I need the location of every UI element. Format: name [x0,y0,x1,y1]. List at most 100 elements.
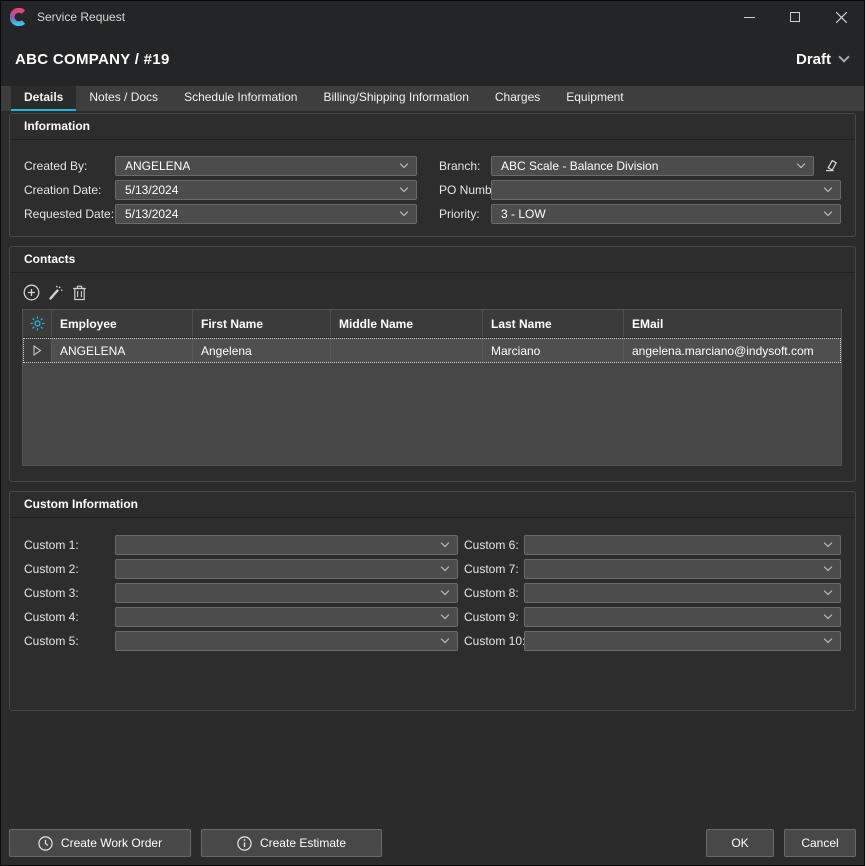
branch-label: Branch: [439,159,491,173]
custom-1-combobox[interactable] [115,535,458,555]
grid-options-cell[interactable] [23,310,52,337]
custom-3-label: Custom 3: [24,586,115,600]
contact-wizard-button[interactable] [47,284,64,301]
trash-icon [72,284,87,301]
custom-10-combobox[interactable] [524,631,841,651]
cell-first-name[interactable]: Angelena [193,338,331,363]
cell-last-name[interactable]: Marciano [483,338,624,363]
delete-contact-button[interactable] [71,284,88,301]
branch-value: ABC Scale - Balance Division [501,159,658,173]
contacts-panel: Contacts [9,246,856,482]
contacts-grid: Employee First Name Middle Name Last Nam… [22,309,842,466]
column-header-employee[interactable]: Employee [52,310,193,337]
window-title: Service Request [37,10,125,24]
status-dropdown[interactable]: Draft [796,51,848,68]
requested-date-label: Requested Date: [24,207,115,221]
minimize-button[interactable] [726,1,772,33]
tab-schedule-information[interactable]: Schedule Information [171,86,310,111]
created-by-combobox[interactable]: ANGELENA [115,156,417,176]
chevron-down-icon [441,539,449,547]
custom-5-label: Custom 5: [24,634,115,648]
chevron-down-icon [824,208,832,216]
chevron-down-icon [441,635,449,643]
custom-6-label: Custom 6: [464,538,524,552]
cancel-button[interactable]: Cancel [784,829,856,857]
priority-label: Priority: [439,207,491,221]
branch-combobox[interactable]: ABC Scale - Balance Division [491,156,814,176]
creation-date-combobox[interactable]: 5/13/2024 [115,180,417,200]
custom-8-combobox[interactable] [524,583,841,603]
expand-arrow-icon [33,345,42,356]
created-by-value: ANGELENA [125,159,190,173]
custom-9-label: Custom 9: [464,610,524,624]
create-estimate-button[interactable]: Create Estimate [201,829,382,857]
add-contact-button[interactable] [23,284,40,301]
create-work-order-button[interactable]: Create Work Order [9,829,191,857]
custom-2-label: Custom 2: [24,562,115,576]
tab-bar: Details Notes / Docs Schedule Informatio… [1,86,864,111]
chevron-down-icon [441,587,449,595]
tab-notes-docs[interactable]: Notes / Docs [76,86,171,111]
custom-1-label: Custom 1: [24,538,115,552]
contacts-toolbar [10,273,855,309]
cell-email[interactable]: angelena.marciano@indysoft.com [624,338,841,363]
chevron-down-icon [824,587,832,595]
priority-combobox[interactable]: 3 - LOW [491,204,841,224]
custom-information-panel-title: Custom Information [10,492,855,518]
footer-bar: Create Work Order Create Estimate OK Can… [1,821,864,865]
tab-billing-shipping-information[interactable]: Billing/Shipping Information [310,86,481,111]
priority-value: 3 - LOW [501,207,546,221]
requested-date-value: 5/13/2024 [125,207,178,221]
custom-8-label: Custom 8: [464,586,524,600]
clock-icon [38,836,53,851]
row-expand-cell[interactable] [23,338,52,363]
custom-10-label: Custom 10: [464,634,524,648]
custom-7-label: Custom 7: [464,562,524,576]
chevron-down-icon [824,635,832,643]
chevron-down-icon [824,611,832,619]
chevron-down-icon [797,160,805,168]
maximize-button[interactable] [772,1,818,33]
chevron-down-icon [838,51,849,62]
create-estimate-label: Create Estimate [260,836,346,850]
details-tab-content: Information Created By: ANGELENA Branch:… [1,111,864,711]
information-panel-title: Information [10,114,855,140]
tab-equipment[interactable]: Equipment [553,86,636,111]
clear-branch-button[interactable] [819,155,841,177]
custom-6-combobox[interactable] [524,535,841,555]
close-button[interactable] [818,1,864,33]
custom-2-combobox[interactable] [115,559,458,579]
magic-wand-icon [47,284,64,301]
custom-3-combobox[interactable] [115,583,458,603]
custom-9-combobox[interactable] [524,607,841,627]
contact-row[interactable]: ANGELENA Angelena Marciano angelena.marc… [23,338,841,363]
cell-middle-name[interactable] [331,338,483,363]
chevron-down-icon [400,184,408,192]
column-header-first-name[interactable]: First Name [193,310,331,337]
ok-button[interactable]: OK [706,829,774,857]
titlebar: Service Request [1,1,864,33]
requested-date-combobox[interactable]: 5/13/2024 [115,204,417,224]
created-by-label: Created By: [24,159,115,173]
create-work-order-label: Create Work Order [61,836,162,850]
chevron-down-icon [400,208,408,216]
custom-7-combobox[interactable] [524,559,841,579]
custom-4-combobox[interactable] [115,607,458,627]
creation-date-value: 5/13/2024 [125,183,178,197]
chevron-down-icon [824,184,832,192]
ok-label: OK [731,836,748,850]
column-header-last-name[interactable]: Last Name [483,310,624,337]
sun-icon [30,316,45,331]
tab-charges[interactable]: Charges [482,86,553,111]
status-badge: Draft [796,51,831,68]
chevron-down-icon [824,563,832,571]
column-header-middle-name[interactable]: Middle Name [331,310,483,337]
tab-details[interactable]: Details [11,86,76,111]
po-number-combobox[interactable] [491,180,841,200]
column-header-email[interactable]: EMail [624,310,841,337]
creation-date-label: Creation Date: [24,183,115,197]
cell-employee[interactable]: ANGELENA [52,338,193,363]
grid-empty-area [23,363,841,465]
custom-5-combobox[interactable] [115,631,458,651]
service-request-window: Service Request ABC COMPANY / #19 Draft … [0,0,865,866]
